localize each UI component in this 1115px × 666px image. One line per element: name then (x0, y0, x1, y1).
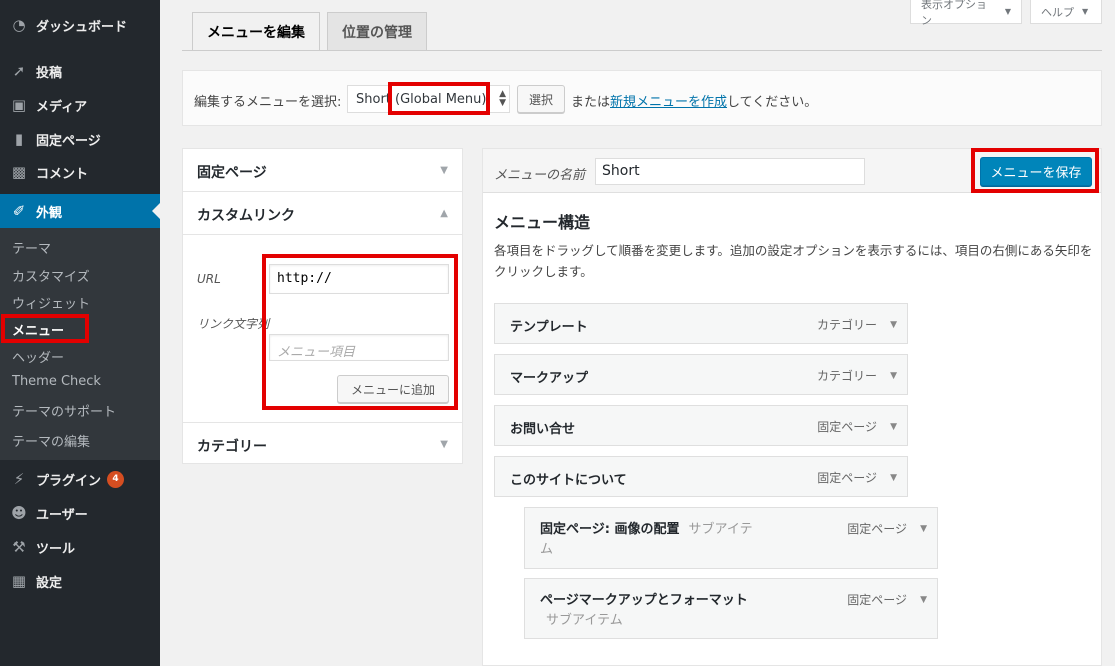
add-to-menu-button[interactable]: メニューに追加 (337, 375, 449, 403)
submenu-widgets[interactable]: ウィジェット (12, 293, 90, 312)
sidebar-item-pages[interactable]: ▮ 固定ページ (0, 128, 160, 150)
sidebar-item-label: 設定 (36, 575, 63, 591)
plugin-icon: ⚡ (13, 470, 25, 488)
manage-menus-bar: 編集するメニューを選択: Short (Global Menu) ▲ ▼ 選択 ま… (182, 70, 1102, 126)
appearance-submenu: テーマ カスタマイズ ウィジェット メニュー ヘッダー Theme Check … (0, 228, 160, 460)
caret-down-icon: ▼ (1004, 7, 1011, 16)
menu-name-input[interactable]: Short (595, 158, 865, 185)
sidebar-item-media[interactable]: ▣ メディア (0, 94, 160, 116)
sidebar-item-label: ツール (36, 541, 76, 557)
create-menu-text: または新規メニューを作成してください。 (571, 95, 818, 110)
item-toggle-arrow-icon[interactable]: ▼ (890, 320, 897, 330)
pushpin-icon: ➚ (12, 62, 26, 80)
submenu-header[interactable]: ヘッダー (12, 347, 64, 366)
active-arrow (152, 203, 160, 219)
menu-item[interactable]: テンプレート カテゴリー ▼ (494, 303, 908, 344)
sidebar-item-label: メディア (36, 99, 88, 115)
link-text-input[interactable]: メニュー項目 (269, 334, 449, 361)
sidebar-item-appearance[interactable]: ✐ 外観 (0, 194, 160, 228)
dashboard-icon: ◔ (12, 16, 26, 34)
sidebar-item-label: プラグイン (36, 473, 102, 489)
menu-instructions: 各項目をドラッグして順番を変更します。追加の設定オプションを表示するには、項目の… (494, 243, 1093, 279)
submenu-customize[interactable]: カスタマイズ (12, 266, 90, 285)
item-toggle-arrow-icon[interactable]: ▼ (890, 371, 897, 381)
item-toggle-arrow-icon[interactable]: ▼ (890, 473, 897, 483)
sidebar-item-label: ダッシュボード (36, 19, 128, 35)
sub-item-label: サブアイテム (546, 613, 623, 628)
submenu-theme-editor[interactable]: テーマの編集 (12, 431, 90, 450)
select-menu-label: 編集するメニューを選択: (194, 95, 342, 110)
comment-icon: ▩ (11, 163, 27, 181)
tab-divider (182, 50, 1102, 51)
save-menu-button[interactable]: メニューを保存 (980, 157, 1092, 186)
sidebar-item-label: 固定ページ (36, 133, 101, 149)
accordion-pages[interactable]: 固定ページ ▼ (183, 149, 462, 192)
item-toggle-arrow-icon[interactable]: ▼ (920, 595, 927, 605)
add-menu-items-accordion: 固定ページ ▼ カスタムリンク ▲ URL http:// リンク文字列 メニュ… (182, 148, 463, 464)
accordion-categories[interactable]: カテゴリー ▼ (183, 422, 462, 465)
menu-header: メニューの名前 Short メニューを保存 (483, 149, 1101, 193)
url-input[interactable]: http:// (269, 264, 449, 294)
menu-select[interactable]: Short (Global Menu) ▲ ▼ (347, 85, 510, 113)
update-count-badge: 4 (107, 470, 125, 488)
sidebar-item-label: 投稿 (36, 65, 63, 81)
item-toggle-arrow-icon[interactable]: ▼ (890, 422, 897, 432)
submenu-menus[interactable]: メニュー (12, 320, 64, 339)
tab-edit-menus[interactable]: メニューを編集 (192, 12, 320, 51)
sidebar-item-comments[interactable]: ▩ コメント (0, 161, 160, 183)
user-icon: ☻ (11, 504, 27, 522)
media-icon: ▣ (11, 96, 27, 114)
accordion-custom-links[interactable]: カスタムリンク ▲ (183, 192, 462, 235)
submenu-theme-check[interactable]: Theme Check (12, 374, 101, 389)
menu-item[interactable]: このサイトについて 固定ページ ▼ (494, 456, 908, 497)
menu-item-sub[interactable]: ページマークアップとフォーマット サブアイテム 固定ページ ▼ (524, 578, 938, 639)
sidebar-item-settings[interactable]: ▦ 設定 (0, 570, 160, 592)
sidebar-item-users[interactable]: ☻ ユーザー (0, 502, 160, 524)
triangle-up-icon: ▲ (440, 208, 448, 219)
wrench-icon: ⚒ (12, 538, 26, 556)
help-button[interactable]: ヘルプ ▼ (1030, 0, 1102, 24)
sidebar-item-label: コメント (36, 166, 89, 182)
select-arrows-icon: ▲ ▼ (499, 89, 506, 108)
submenu-theme-support[interactable]: テーマのサポート (12, 401, 116, 420)
sidebar-item-plugins[interactable]: ⚡ プラグイン 4 (0, 468, 160, 490)
paintbrush-icon: ✐ (12, 202, 26, 220)
sidebar-item-posts[interactable]: ➚ 投稿 (0, 60, 160, 82)
tab-manage-locations[interactable]: 位置の管理 (327, 12, 427, 50)
menu-item[interactable]: お問い合せ 固定ページ ▼ (494, 405, 908, 446)
sub-item-label: ム (540, 542, 554, 557)
sidebar-item-label: ユーザー (36, 507, 88, 523)
menu-item-sub[interactable]: 固定ページ: 画像の配置 サブアイテム 固定ページ ▼ (524, 507, 938, 569)
submenu-themes[interactable]: テーマ (12, 238, 51, 257)
sidebar-item-dashboard[interactable]: ◔ ダッシュボード (0, 14, 160, 36)
menu-structure-title: メニュー構造 (494, 213, 591, 232)
menu-management-panel: メニューの名前 Short メニューを保存 メニュー構造 各項目をドラッグして順… (482, 148, 1102, 666)
menu-name-label: メニューの名前 (494, 168, 586, 183)
link-text-label: リンク文字列 (197, 317, 270, 331)
triangle-down-icon: ▼ (440, 165, 448, 176)
sidebar-item-label: 外観 (36, 205, 63, 221)
admin-sidebar: ◔ ダッシュボード ➚ 投稿 ▣ メディア ▮ 固定ページ ▩ コメント ✐ 外… (0, 0, 160, 666)
sub-item-label: サブアイテ (688, 522, 753, 537)
caret-down-icon: ▼ (1082, 7, 1089, 16)
settings-icon: ▦ (11, 572, 27, 590)
triangle-down-icon: ▼ (440, 439, 448, 450)
menu-item[interactable]: マークアップ カテゴリー ▼ (494, 354, 908, 395)
sidebar-item-tools[interactable]: ⚒ ツール (0, 536, 160, 558)
screen-options-button[interactable]: 表示オプション ▼ (910, 0, 1022, 27)
create-new-menu-link[interactable]: 新規メニューを作成 (610, 95, 727, 110)
item-toggle-arrow-icon[interactable]: ▼ (920, 524, 927, 534)
page-icon: ▮ (14, 130, 24, 148)
select-button[interactable]: 選択 (517, 85, 565, 113)
url-label: URL (197, 272, 221, 286)
